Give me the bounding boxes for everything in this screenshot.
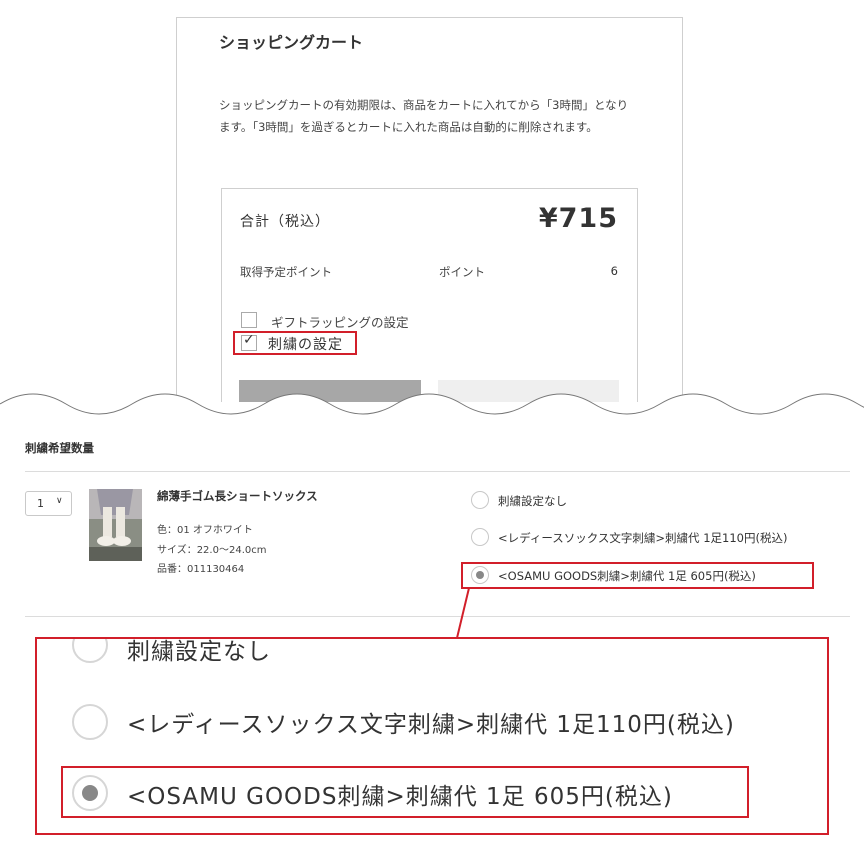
gift-wrapping-label[interactable]: ギフトラッピングの設定	[271, 312, 409, 331]
zoom-radio-no-embroidery	[72, 639, 108, 663]
quantity-select[interactable]	[25, 491, 72, 516]
selected-option-highlight	[461, 562, 814, 589]
chevron-down-icon: ∨	[56, 496, 63, 506]
cart-expiry-notice: ショッピングカートの有効期限は、商品をカートに入れてから「3時間」となります。「…	[219, 98, 629, 134]
embroidery-highlight-frame	[233, 331, 357, 355]
wavy-cut-divider	[0, 393, 864, 430]
points-label: 取得予定ポイント	[240, 265, 332, 279]
embroidery-quantity-heading: 刺繍希望数量	[25, 441, 94, 455]
quantity-value: 1	[37, 497, 44, 510]
divider	[25, 616, 850, 617]
total-label: 合計（税込）	[240, 214, 330, 230]
divider	[25, 471, 850, 472]
zoom-label-no-embroidery: 刺繍設定なし	[127, 639, 271, 665]
option-label-ladies-socks-embroidery[interactable]: <レディースソックス文字刺繍>刺繍代 1足110円(税込)	[498, 530, 787, 546]
points-unit: ポイント	[439, 265, 485, 279]
zoom-label-ladies-socks: <レディースソックス文字刺繍>刺繍代 1足110円(税込)	[127, 712, 735, 738]
product-sku: 品番：011130464	[157, 564, 245, 575]
zoom-radio-ladies-socks	[72, 704, 108, 740]
radio-no-embroidery[interactable]	[471, 491, 489, 509]
callout-connector	[456, 587, 470, 639]
cart-title: ショッピングカート	[219, 33, 364, 52]
product-name: 綿薄手ゴム長ショートソックス	[157, 489, 318, 503]
product-color: 色：01 オフホワイト	[157, 525, 253, 536]
gift-wrapping-checkbox[interactable]	[241, 312, 257, 328]
option-label-no-embroidery[interactable]: 刺繍設定なし	[498, 493, 567, 509]
zoom-selected-highlight	[61, 766, 749, 818]
product-image	[89, 489, 142, 561]
points-value: 6	[610, 264, 618, 278]
total-value: ¥715	[538, 203, 618, 234]
product-size: サイズ：22.0〜24.0cm	[157, 545, 267, 556]
radio-ladies-socks-embroidery[interactable]	[471, 528, 489, 546]
